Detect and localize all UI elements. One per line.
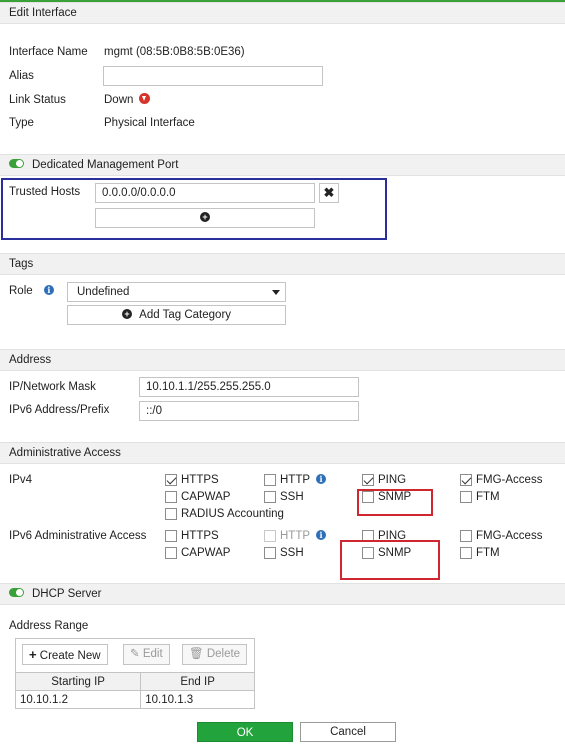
ipv4-http-checkbox[interactable]	[264, 474, 276, 486]
type-label: Type	[9, 117, 34, 129]
edit-button[interactable]: ✎ Edit	[123, 644, 170, 665]
add-tag-category-label: Add Tag Category	[139, 309, 232, 321]
plus-circle-icon: +	[121, 308, 132, 319]
plus-icon: +	[29, 647, 37, 662]
ip-mask-label: IP/Network Mask	[9, 381, 96, 393]
ipv4-ssh-checkbox[interactable]	[264, 491, 276, 503]
role-label: Role i	[9, 284, 54, 297]
ipv4-ftm-checkbox[interactable]	[460, 491, 472, 503]
cancel-button[interactable]: Cancel	[300, 722, 396, 742]
ipv4-http-label: HTTP i	[280, 473, 327, 486]
info-icon[interactable]: i	[316, 529, 327, 540]
ipv6-prefix-label: IPv6 Address/Prefix	[9, 404, 110, 416]
ipv6-access-label: IPv6 Administrative Access	[9, 530, 147, 542]
interface-name-value: mgmt (08:5B:0B8:5B:0E36)	[104, 46, 245, 58]
ipv6-capwap-label: CAPWAP	[181, 547, 231, 559]
trusted-hosts-highlight	[1, 178, 387, 240]
link-down-icon	[139, 93, 151, 105]
ipv6-fmg-label: FMG-Access	[476, 530, 543, 542]
ipv6-https-label: HTTPS	[181, 530, 219, 542]
ipv4-ssh-label: SSH	[280, 491, 304, 503]
ipv4-capwap-label: CAPWAP	[181, 491, 231, 503]
ipv6-prefix-input[interactable]: ::/0	[139, 401, 359, 421]
role-select-value: Undefined	[77, 286, 130, 298]
pencil-icon: ✎	[130, 648, 140, 660]
ipv6-snmp-highlight	[340, 540, 440, 580]
dedicated-mgmt-toggle[interactable]	[9, 159, 24, 169]
delete-label: Delete	[206, 648, 241, 660]
link-status-value: Down	[104, 93, 151, 106]
address-header: Address	[0, 349, 565, 371]
interface-name-label: Interface Name	[9, 46, 88, 58]
ok-button[interactable]: OK	[197, 722, 293, 742]
ipv6-capwap-checkbox[interactable]	[165, 547, 177, 559]
ip-mask-input[interactable]: 10.10.1.1/255.255.255.0	[139, 377, 359, 397]
info-icon[interactable]: i	[316, 473, 327, 484]
edit-label: Edit	[142, 648, 163, 660]
starting-ip-cell: 10.10.1.2	[14, 690, 142, 709]
column-header-starting-ip[interactable]: Starting IP	[14, 672, 142, 691]
create-new-button[interactable]: + Create New	[22, 644, 108, 665]
chevron-down-icon	[272, 290, 280, 295]
ipv6-ftm-label: FTM	[476, 547, 500, 559]
create-new-label: Create New	[39, 650, 101, 662]
dhcp-header-label: DHCP Server	[32, 588, 102, 600]
ipv6-https-checkbox[interactable]	[165, 530, 177, 542]
ipv4-ping-label: PING	[378, 474, 407, 486]
column-header-end-ip[interactable]: End IP	[140, 672, 255, 691]
table-header-row: Starting IP End IP	[14, 672, 255, 691]
role-select[interactable]: Undefined	[67, 282, 286, 302]
admin-access-header: Administrative Access	[0, 442, 565, 464]
dhcp-toggle[interactable]	[9, 588, 24, 598]
role-label-text: Role	[9, 285, 33, 297]
add-tag-category-button[interactable]: + Add Tag Category	[67, 305, 286, 325]
ipv4-https-label: HTTPS	[181, 474, 219, 486]
ipv4-http-text: HTTP	[280, 474, 310, 486]
trash-icon: 🗑	[189, 648, 204, 660]
address-range-label: Address Range	[9, 620, 89, 632]
link-status-label: Link Status	[9, 94, 66, 106]
ipv6-ftm-checkbox[interactable]	[460, 547, 472, 559]
ipv4-ftm-label: FTM	[476, 491, 500, 503]
dialog-title: Edit Interface	[0, 2, 565, 24]
type-value: Physical Interface	[104, 117, 195, 129]
dedicated-mgmt-header: Dedicated Management Port	[0, 154, 565, 176]
ipv4-label: IPv4	[9, 474, 33, 486]
ipv4-fmg-label: FMG-Access	[476, 474, 543, 486]
ipv4-radius-label: RADIUS Accounting	[181, 508, 284, 520]
ipv4-snmp-highlight	[357, 489, 433, 516]
link-status-text: Down	[104, 94, 134, 106]
ipv4-capwap-checkbox[interactable]	[165, 491, 177, 503]
delete-button[interactable]: 🗑 Delete	[182, 644, 248, 665]
ipv4-ping-checkbox[interactable]	[362, 474, 374, 486]
ipv6-http-text: HTTP	[280, 530, 310, 542]
ipv4-radius-checkbox[interactable]	[165, 508, 177, 520]
ipv4-https-checkbox[interactable]	[165, 474, 177, 486]
ipv6-fmg-checkbox[interactable]	[460, 530, 472, 542]
info-icon[interactable]: i	[43, 284, 54, 295]
ipv6-ssh-checkbox[interactable]	[264, 547, 276, 559]
address-range-table: Starting IP End IP 10.10.1.2 10.10.1.3	[14, 672, 255, 709]
alias-input[interactable]	[103, 66, 323, 86]
dhcp-header: DHCP Server	[0, 583, 565, 605]
tags-header: Tags	[0, 253, 565, 275]
ipv4-fmg-checkbox[interactable]	[460, 474, 472, 486]
alias-label: Alias	[9, 70, 34, 82]
ipv6-http-checkbox[interactable]	[264, 530, 276, 542]
ipv6-http-label: HTTP i	[280, 529, 327, 542]
table-row[interactable]: 10.10.1.2 10.10.1.3	[14, 690, 255, 709]
ipv6-ssh-label: SSH	[280, 547, 304, 559]
dedicated-mgmt-label: Dedicated Management Port	[32, 159, 179, 171]
end-ip-cell: 10.10.1.3	[140, 690, 255, 709]
